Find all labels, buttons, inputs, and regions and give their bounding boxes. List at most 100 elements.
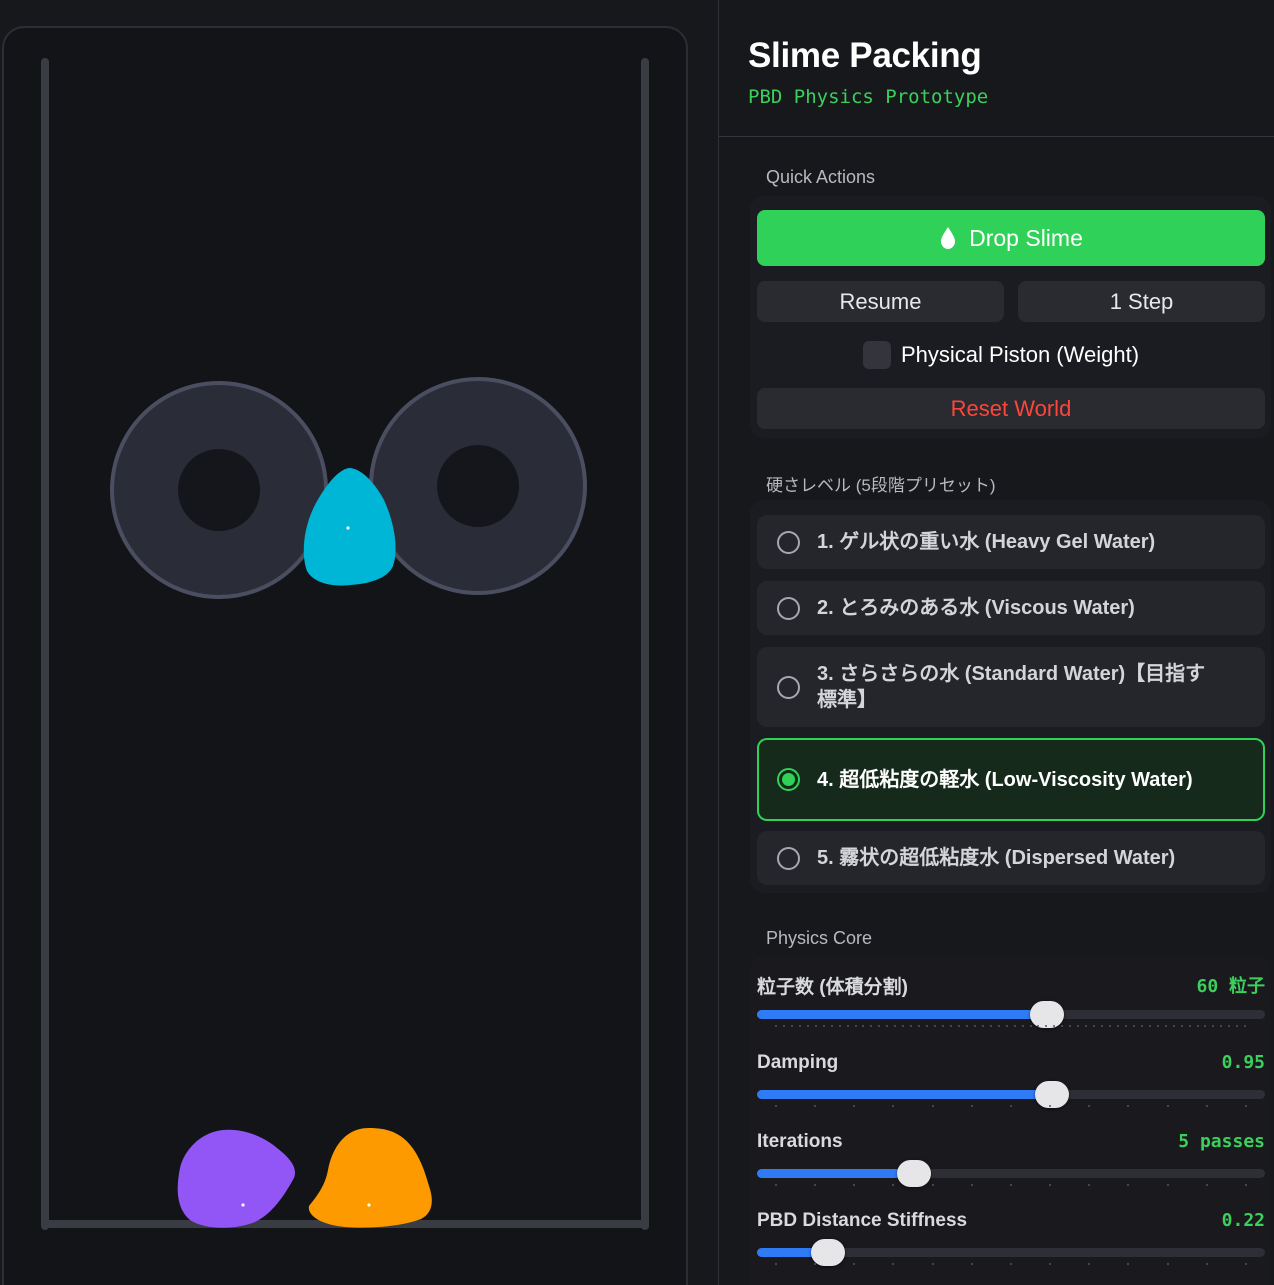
- simulation-canvas[interactable]: [0, 0, 718, 1285]
- slider-tick: [1045, 1025, 1048, 1027]
- slider-tick: [853, 1105, 856, 1107]
- slider-tick: [862, 1025, 865, 1027]
- slider-tick: [1220, 1025, 1223, 1027]
- damping-track[interactable]: [757, 1081, 1265, 1108]
- slider-tick: [1021, 1025, 1024, 1027]
- hardness-level-label: 硬さレベル (5段階プリセット): [766, 476, 996, 495]
- slider-tick: [1166, 1184, 1169, 1186]
- iterations-label: Iterations: [757, 1131, 843, 1152]
- slider-tick: [1244, 1184, 1247, 1186]
- slider-tick: [1049, 1263, 1052, 1265]
- slider-tick: [1127, 1263, 1130, 1265]
- slider-tick: [1009, 1105, 1012, 1107]
- preset-radio-1[interactable]: [777, 530, 800, 554]
- slider-tick: [878, 1025, 881, 1027]
- slider-tick: [870, 1025, 873, 1027]
- slider-tick: [822, 1025, 825, 1027]
- slider-tick: [1166, 1105, 1169, 1107]
- slider-tick: [981, 1025, 984, 1027]
- slider-tick: [1127, 1105, 1130, 1107]
- app-title: Slime Packing: [748, 36, 982, 75]
- slider-tick: [1053, 1025, 1056, 1027]
- slider-tick: [970, 1184, 973, 1186]
- slider-tick: [886, 1025, 889, 1027]
- slider-tick: [997, 1025, 1000, 1027]
- slider-tick: [1088, 1184, 1091, 1186]
- pbd-stiffness-label: PBD Distance Stiffness: [757, 1210, 968, 1231]
- slider-tick: [1093, 1025, 1096, 1027]
- preset-option-2[interactable]: 2. とろみのある水 (Viscous Water): [757, 581, 1265, 635]
- slider-tick: [790, 1025, 793, 1027]
- resume-button[interactable]: Resume: [757, 281, 1004, 322]
- slider-tick: [1156, 1025, 1159, 1027]
- slider-tick: [965, 1025, 968, 1027]
- preset-radio-4[interactable]: [777, 768, 800, 791]
- slider-tick: [931, 1263, 934, 1265]
- slider-tick: [775, 1263, 777, 1265]
- preset-option-5[interactable]: 5. 霧状の超低粘度水 (Dispersed Water): [757, 831, 1265, 885]
- particle-count-ticks: [757, 1025, 1265, 1029]
- slider-tick: [970, 1263, 973, 1265]
- slider-tick: [775, 1105, 777, 1107]
- slider-tick: [1009, 1263, 1012, 1265]
- slider-tick: [1164, 1025, 1167, 1027]
- slider-tick: [1005, 1025, 1008, 1027]
- slider-tick: [806, 1025, 809, 1027]
- damping-slider[interactable]: Damping 0.95: [757, 1052, 1265, 1114]
- drop-slime-label: Drop Slime: [969, 224, 1083, 251]
- preset-radio-3[interactable]: [777, 675, 800, 699]
- pbd-stiffness-slider[interactable]: PBD Distance Stiffness 0.22: [757, 1210, 1265, 1272]
- particle-count-thumb[interactable]: [1029, 1001, 1064, 1028]
- preset-label-1: 1. ゲル状の重い水 (Heavy Gel Water): [817, 531, 1156, 553]
- right-gear: [369, 377, 587, 595]
- slider-tick: [892, 1105, 895, 1107]
- slider-tick: [1212, 1025, 1215, 1027]
- damping-label: Damping: [757, 1052, 839, 1073]
- slider-tick: [894, 1025, 897, 1027]
- slider-tick: [918, 1025, 921, 1027]
- pbd-stiffness-value: 0.22: [1221, 1210, 1265, 1231]
- slider-tick: [902, 1025, 905, 1027]
- slider-tick: [854, 1025, 857, 1027]
- slider-tick: [846, 1025, 849, 1027]
- slider-tick: [1013, 1025, 1016, 1027]
- app-subtitle: PBD Physics Prototype: [748, 86, 989, 108]
- slider-tick: [892, 1263, 895, 1265]
- pbd-stiffness-track[interactable]: [757, 1239, 1265, 1266]
- piston-checkbox[interactable]: [863, 341, 891, 369]
- reset-world-button[interactable]: Reset World: [757, 388, 1265, 429]
- slider-tick: [1077, 1025, 1080, 1027]
- particle-count-slider[interactable]: 粒子数 (体積分割) 60 粒子: [757, 972, 1265, 1034]
- preset-radio-2[interactable]: [777, 596, 800, 620]
- slider-tick: [1049, 1105, 1052, 1107]
- slider-tick: [1132, 1025, 1135, 1027]
- drop-slime-button[interactable]: Drop Slime: [757, 210, 1265, 266]
- pbd-stiffness-thumb[interactable]: [811, 1239, 846, 1266]
- slider-tick: [775, 1184, 777, 1186]
- slider-tick: [957, 1025, 960, 1027]
- iterations-slider[interactable]: Iterations 5 passes: [757, 1131, 1265, 1193]
- slider-tick: [973, 1025, 976, 1027]
- particle-count-label: 粒子数 (体積分割): [757, 977, 908, 998]
- slider-tick: [853, 1184, 856, 1186]
- slider-tick: [775, 1025, 777, 1027]
- preset-radio-5[interactable]: [777, 846, 800, 870]
- slider-tick: [1101, 1025, 1104, 1027]
- damping-thumb[interactable]: [1034, 1081, 1069, 1108]
- slider-tick: [1037, 1025, 1040, 1027]
- preset-option-1[interactable]: 1. ゲル状の重い水 (Heavy Gel Water): [757, 515, 1265, 569]
- preset-option-4[interactable]: 4. 超低粘度の軽水 (Low-Viscosity Water): [757, 738, 1265, 821]
- slider-tick: [1109, 1025, 1112, 1027]
- pbd-stiffness-ticks: [757, 1263, 1265, 1267]
- quick-actions-label: Quick Actions: [766, 167, 876, 187]
- step-button[interactable]: 1 Step: [1018, 281, 1265, 322]
- slider-tick: [1140, 1025, 1143, 1027]
- particle-count-track[interactable]: [757, 1001, 1265, 1028]
- iterations-thumb[interactable]: [897, 1160, 932, 1187]
- preset-option-3[interactable]: 3. さらさらの水 (Standard Water)【目指す標準】: [757, 647, 1265, 727]
- left-gear: [110, 381, 328, 599]
- slider-tick: [926, 1025, 929, 1027]
- slider-tick: [910, 1025, 913, 1027]
- iterations-track[interactable]: [757, 1160, 1265, 1187]
- physical-piston-toggle[interactable]: Physical Piston (Weight): [863, 341, 1139, 369]
